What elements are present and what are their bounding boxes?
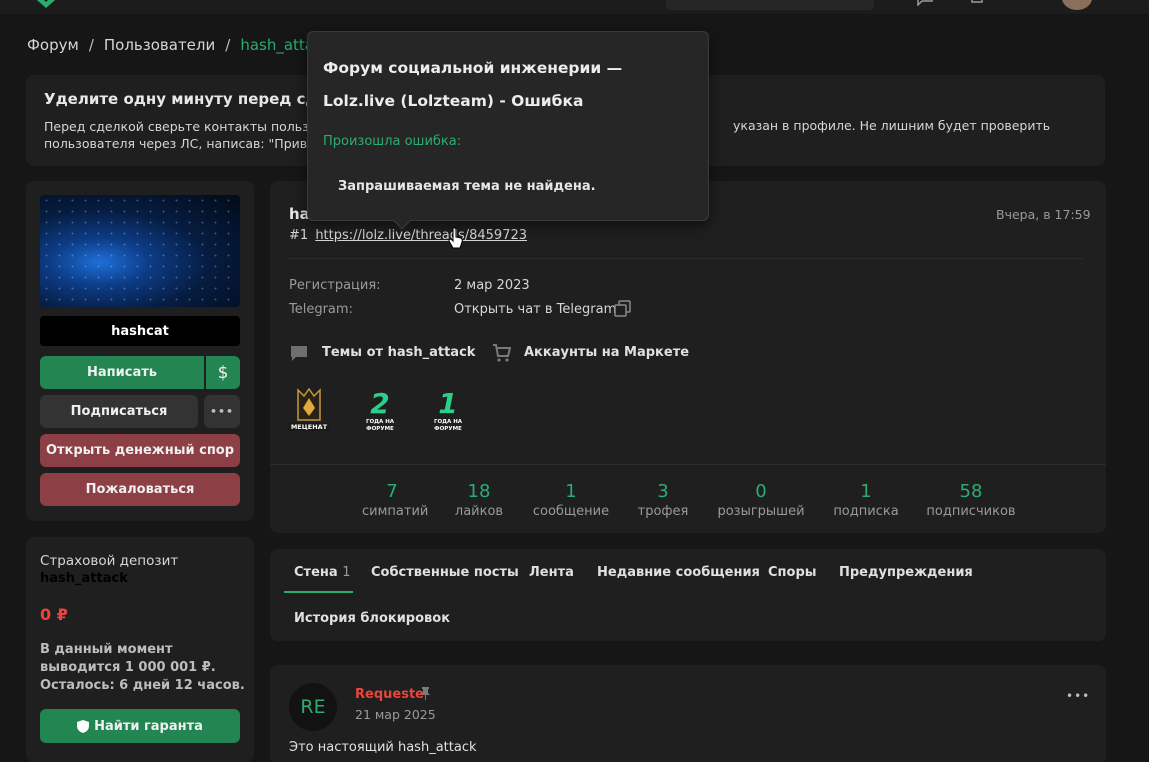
subscribe-button[interactable]: Подписаться	[40, 395, 198, 428]
pin-icon	[421, 687, 430, 700]
patron-badge-icon	[297, 387, 321, 421]
link-preview-tooltip: Форум социальной инженерии — Lolz.live (…	[307, 31, 709, 230]
tab-ban-history[interactable]: История блокировок	[294, 611, 450, 626]
breadcrumb-forum[interactable]: Форум	[27, 36, 79, 54]
market-accounts-link[interactable]: Аккаунты на Маркете	[524, 345, 689, 360]
breadcrumb-users[interactable]: Пользователи	[104, 36, 215, 54]
divider	[289, 258, 1083, 259]
tab-wall[interactable]: Стена 1	[294, 565, 350, 580]
active-tab-indicator	[284, 591, 353, 593]
profile-main: ha Вчера, в 17:59 #1 https://lolz.live/t…	[270, 181, 1106, 533]
username-plate: hashcat	[40, 316, 240, 346]
patron-badge-label: МЕЦЕНАТ	[288, 423, 330, 431]
breadcrumb-separator: /	[225, 36, 231, 54]
tooltip-error-message: Запрашиваемая тема не найдена.	[338, 179, 596, 194]
breadcrumb: Форум / Пользователи / hash_attack	[27, 36, 331, 54]
search-input[interactable]	[666, 0, 874, 10]
registration-value: 2 мар 2023	[454, 278, 530, 293]
post-text: Это настоящий hash_attack	[289, 740, 477, 755]
copy-icon[interactable]	[614, 300, 631, 317]
wall-post: RE Requeste 21 мар 2025 ••• Это настоящи…	[270, 665, 1106, 762]
find-guarantor-label: Найти гаранта	[94, 718, 203, 734]
registration-label: Регистрация:	[289, 278, 381, 293]
user-avatar[interactable]	[1062, 0, 1092, 10]
write-button[interactable]: Написать	[40, 356, 204, 389]
insurance-deposit-card: Страховой депозит hash_attack 0 ₽ В данн…	[26, 537, 254, 762]
open-dispute-button[interactable]: Открыть денежный спор	[40, 434, 240, 467]
one-year-badge[interactable]: 1 ГОДА НА ФОРУМЕ	[428, 389, 468, 437]
notice-text-right: указан в профиле. Не лишним будет провер…	[733, 118, 1051, 133]
thread-link[interactable]: https://lolz.live/threads/8459723	[315, 228, 527, 243]
stat-trophies[interactable]: 3 трофея	[633, 481, 693, 519]
stat-followers[interactable]: 58 подписчиков	[924, 481, 1018, 519]
tooltip-title: Форум социальной инженерии — Lolz.live (…	[323, 59, 623, 110]
stat-subscriptions[interactable]: 1 подписка	[831, 481, 901, 519]
stat-giveaways[interactable]: 0 розыгрышей	[716, 481, 806, 519]
patron-badge[interactable]: МЕЦЕНАТ	[288, 386, 330, 436]
deposit-title: Страховой депозит	[40, 553, 179, 569]
tab-warnings[interactable]: Предупреждения	[839, 565, 973, 580]
deposit-status: В данный момент выводится 1 000 001 ₽. Ост…	[40, 642, 245, 693]
tooltip-error-label: Произошла ошибка:	[323, 134, 462, 149]
one-year-caption: ГОДА НА ФОРУМЕ	[433, 419, 463, 432]
two-years-number: 2	[370, 387, 390, 420]
stat-sympathies[interactable]: 7 симпатий	[362, 481, 428, 519]
tab-disputes[interactable]: Споры	[768, 565, 817, 580]
chat-icon[interactable]	[916, 0, 934, 6]
post-author-avatar[interactable]: RE	[289, 683, 337, 731]
stat-messages[interactable]: 1 сообщение	[531, 481, 611, 519]
profile-banner	[40, 195, 240, 307]
more-options-button[interactable]: •••	[204, 395, 240, 428]
shield-icon	[77, 719, 90, 733]
stat-likes[interactable]: 18 лайков	[449, 481, 509, 519]
post-date: 21 мар 2025	[355, 707, 436, 722]
post-menu-button[interactable]: •••	[1066, 689, 1090, 703]
top-navbar	[0, 0, 1149, 14]
stats-row: 7 симпатий 18 лайков 1 сообщение 3 трофея 0р…	[270, 464, 1106, 534]
tab-feed[interactable]: Лента	[529, 565, 574, 580]
cart-icon	[493, 344, 511, 362]
tab-own-posts[interactable]: Собственные посты	[371, 565, 519, 580]
tab-recent-messages[interactable]: Недавние сообщения	[597, 565, 760, 580]
deposit-username[interactable]: hash_attack	[40, 571, 128, 586]
profile-tabs: Стена 1 Собственные посты Лента Недавние…	[270, 549, 1106, 641]
deposit-amount: 0 ₽	[40, 605, 68, 624]
bell-icon[interactable]	[968, 0, 986, 6]
post-link-row: #1 https://lolz.live/threads/8459723	[289, 228, 527, 243]
money-transfer-button[interactable]: $	[206, 356, 240, 389]
post-time: Вчера, в 17:59	[996, 207, 1091, 222]
two-years-caption: ГОДА НА ФОРУМЕ	[365, 419, 395, 432]
one-year-number: 1	[438, 387, 458, 420]
profile-card: hashcat Написать $ Подписаться ••• Откры…	[26, 181, 254, 521]
hand-cursor-icon	[448, 227, 463, 249]
breadcrumb-separator: /	[88, 36, 94, 54]
telegram-link[interactable]: Открыть чат в Telegram	[454, 302, 616, 317]
post-author-name[interactable]: Requeste	[355, 687, 424, 702]
user-topics-link[interactable]: Темы от hash_attack	[322, 345, 475, 360]
telegram-label: Telegram:	[289, 302, 353, 317]
find-guarantor-button[interactable]: Найти гаранта	[40, 709, 240, 743]
post-number: #1	[289, 228, 309, 243]
site-logo-icon[interactable]	[28, 0, 64, 10]
topics-icon	[291, 346, 307, 361]
two-years-badge[interactable]: 2 ГОДА НА ФОРУМЕ	[360, 389, 400, 437]
report-button[interactable]: Пожаловаться	[40, 473, 240, 506]
